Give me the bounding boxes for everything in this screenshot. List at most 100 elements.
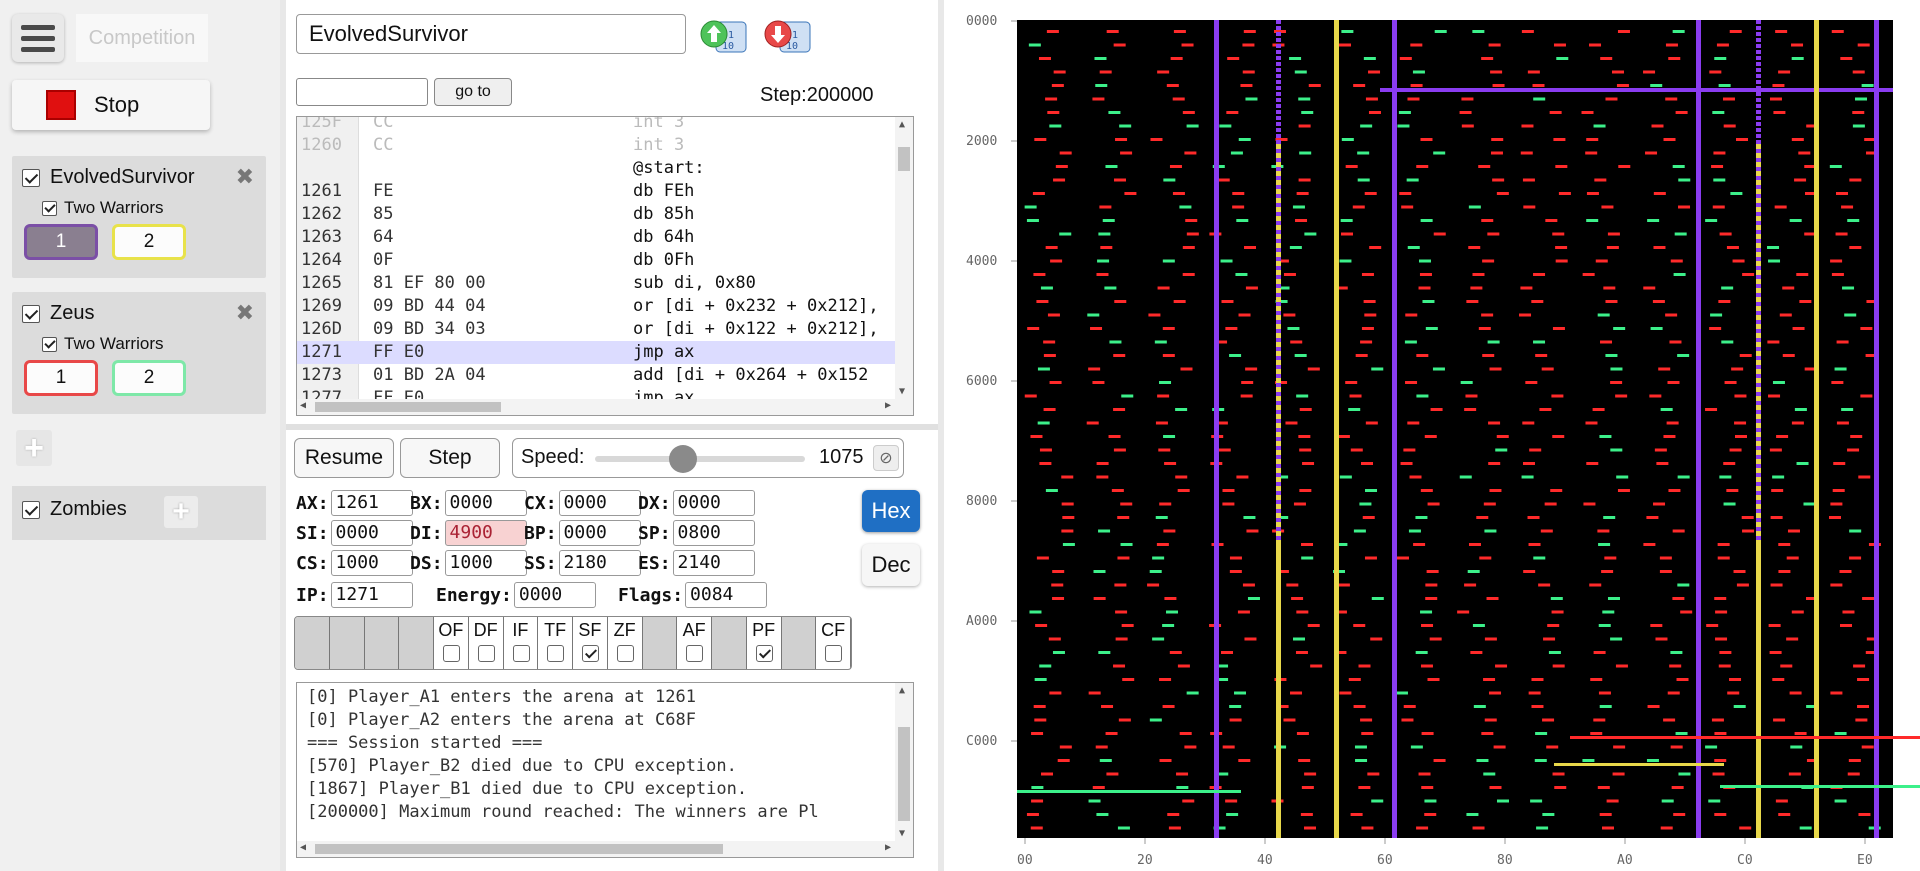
register-value-field[interactable]: 0000 (672, 490, 755, 516)
resume-button[interactable]: Resume (294, 438, 394, 478)
register-value-field[interactable]: 0000 (513, 582, 596, 608)
upload-warrior-icon[interactable]: 01 10 (698, 16, 752, 56)
warrior-a1-trace (1756, 437, 1761, 441)
flag-checkbox[interactable] (582, 645, 599, 662)
disassembly-bytes: 64 (373, 227, 394, 247)
memory-cell (1242, 70, 1255, 74)
flag-checkbox[interactable] (512, 645, 530, 662)
memory-cell (1298, 124, 1311, 128)
disassembly-row[interactable]: 1261 FE db FEh (297, 180, 897, 203)
memory-cell (1407, 246, 1420, 249)
memory-cell (1460, 381, 1473, 384)
two-warriors-checkbox[interactable] (42, 200, 57, 216)
register-value-field[interactable]: 1271 (330, 582, 413, 608)
hex-button[interactable]: Hex (862, 490, 920, 532)
zombies-checkbox[interactable] (22, 500, 40, 519)
y-tick-label: C000 (966, 734, 997, 749)
speed-slider-knob[interactable] (669, 445, 698, 473)
register-value-field[interactable]: 0000 (444, 490, 527, 516)
warrior-1-button[interactable]: 1 (24, 224, 98, 260)
warrior-1-button[interactable]: 1 (24, 360, 98, 396)
memory-cell (1350, 813, 1363, 816)
register-value-field[interactable]: 1000 (444, 550, 527, 576)
disassembly-row[interactable]: 1263 64 db 64h (297, 226, 897, 249)
disassembly-row[interactable]: 1269 09 BD 44 04 or [di + 0x232 + 0x212], (297, 295, 897, 318)
flags-bar: OF DF IF TF SF ZF AF PF CF (294, 616, 852, 670)
memory-map[interactable]: 0000 2000 4000 6000 8000 A000 C000 00 20 40 60 80 A0… (944, 0, 1920, 871)
disassembly-row[interactable]: 1273 01 BD 2A 04 add [di + 0x264 + 0x152 (297, 364, 897, 387)
flag-label: IF (512, 620, 529, 640)
step-button[interactable]: Step (400, 438, 500, 478)
memory-cell (1723, 502, 1736, 506)
two-warriors-checkbox[interactable] (42, 336, 57, 352)
memory-cell (1496, 192, 1509, 195)
memory-cell (1186, 232, 1199, 236)
register-value-field[interactable]: 2140 (672, 550, 755, 576)
memory-cell (1535, 354, 1548, 357)
flag-pf: PF (747, 617, 782, 669)
flag-checkbox[interactable] (825, 645, 843, 662)
dec-button[interactable]: Dec (862, 544, 920, 586)
log-hscrollbar[interactable]: ◀ ▶ (297, 841, 913, 857)
player-name: EvolvedSurvivor (50, 166, 195, 188)
remove-player-icon[interactable]: ✖ (236, 164, 254, 190)
disassembly-vscrollbar[interactable]: ▲ ▼ (895, 117, 913, 415)
register-value-field[interactable]: 0000 (330, 520, 413, 546)
flag-checkbox[interactable] (616, 645, 634, 662)
speed-reset-icon[interactable]: ⊘ (873, 445, 899, 471)
tab-competition[interactable]: Competition (76, 14, 208, 62)
download-warrior-icon[interactable]: 01 10 (762, 16, 816, 56)
register-value-field[interactable]: 1000 (330, 550, 413, 576)
warrior-a1-trace (1276, 473, 1281, 477)
goto-button[interactable]: go to (434, 78, 512, 106)
flag-checkbox[interactable] (477, 645, 495, 662)
register-value-field[interactable]: 2180 (558, 550, 641, 576)
warrior-2-button[interactable]: 2 (112, 224, 186, 260)
disassembly-row[interactable]: 1262 85 db 85h (297, 203, 897, 226)
register-value-field[interactable]: 0000 (558, 520, 641, 546)
player-enabled-checkbox[interactable] (22, 304, 40, 323)
disassembly-row[interactable]: 1260 CC int 3 (297, 134, 897, 157)
disassembly-instruction: or [di + 0x232 + 0x212], (633, 296, 879, 316)
flag-checkbox[interactable] (443, 645, 460, 662)
disassembly-row[interactable]: @start: (297, 157, 897, 180)
warrior-select[interactable]: EvolvedSurvivor (296, 14, 686, 54)
register-value-field[interactable]: 0084 (685, 582, 768, 608)
flag-checkbox[interactable] (686, 645, 704, 662)
warrior-2-button[interactable]: 2 (112, 360, 186, 396)
event-log[interactable]: [0] Player_A1 enters the arena at 1261 [0… (296, 682, 914, 858)
goto-address-input[interactable] (296, 78, 428, 106)
x-tick-label: 60 (1377, 853, 1393, 868)
memory-cell (1397, 124, 1410, 128)
register-value-field[interactable]: 0000 (558, 490, 641, 516)
speed-slider[interactable] (595, 456, 805, 462)
register-value-field[interactable]: 4900 (444, 520, 527, 546)
memory-cell (1464, 583, 1477, 587)
memory-cell (1237, 610, 1250, 614)
add-zombie-icon[interactable]: + (164, 496, 198, 528)
disassembly-row[interactable]: 126D 09 BD 34 03 or [di + 0x122 + 0x212], (297, 318, 897, 341)
disassembly-row[interactable]: 1271 FF E0 jmp ax (297, 341, 897, 364)
stop-button[interactable]: Stop (12, 80, 210, 130)
warrior-a1-trace (1276, 212, 1281, 216)
disassembly-row[interactable]: 1265 81 EF 80 00 sub di, 0x80 (297, 272, 897, 295)
memory-cell (1667, 381, 1680, 384)
memory-cell (1489, 489, 1502, 492)
flag-checkbox[interactable] (547, 645, 565, 662)
memory-cell (1229, 354, 1242, 357)
disassembly-row[interactable]: 125F CC int 3 (297, 117, 897, 134)
menu-icon[interactable] (12, 14, 64, 62)
remove-player-icon[interactable]: ✖ (236, 300, 254, 326)
disassembly-view[interactable]: 125F CC int 3 1260 CC int 3 @start: 1261 FE db FE… (296, 116, 914, 416)
disassembly-hscrollbar[interactable]: ◀ ▶ (297, 399, 913, 415)
flag-checkbox[interactable] (755, 645, 773, 662)
warrior-a1-trace (1276, 122, 1281, 126)
disassembly-row[interactable]: 1264 0F db 0Fh (297, 249, 897, 272)
disassembly-bytes: FF E0 (373, 342, 425, 362)
log-vscrollbar[interactable]: ▲ ▼ (895, 683, 913, 857)
flag-unused (295, 617, 330, 669)
register-value-field[interactable]: 0800 (672, 520, 755, 546)
player-enabled-checkbox[interactable] (22, 168, 40, 187)
register-value-field[interactable]: 1261 (330, 490, 413, 516)
add-player-icon[interactable]: + (16, 430, 52, 466)
